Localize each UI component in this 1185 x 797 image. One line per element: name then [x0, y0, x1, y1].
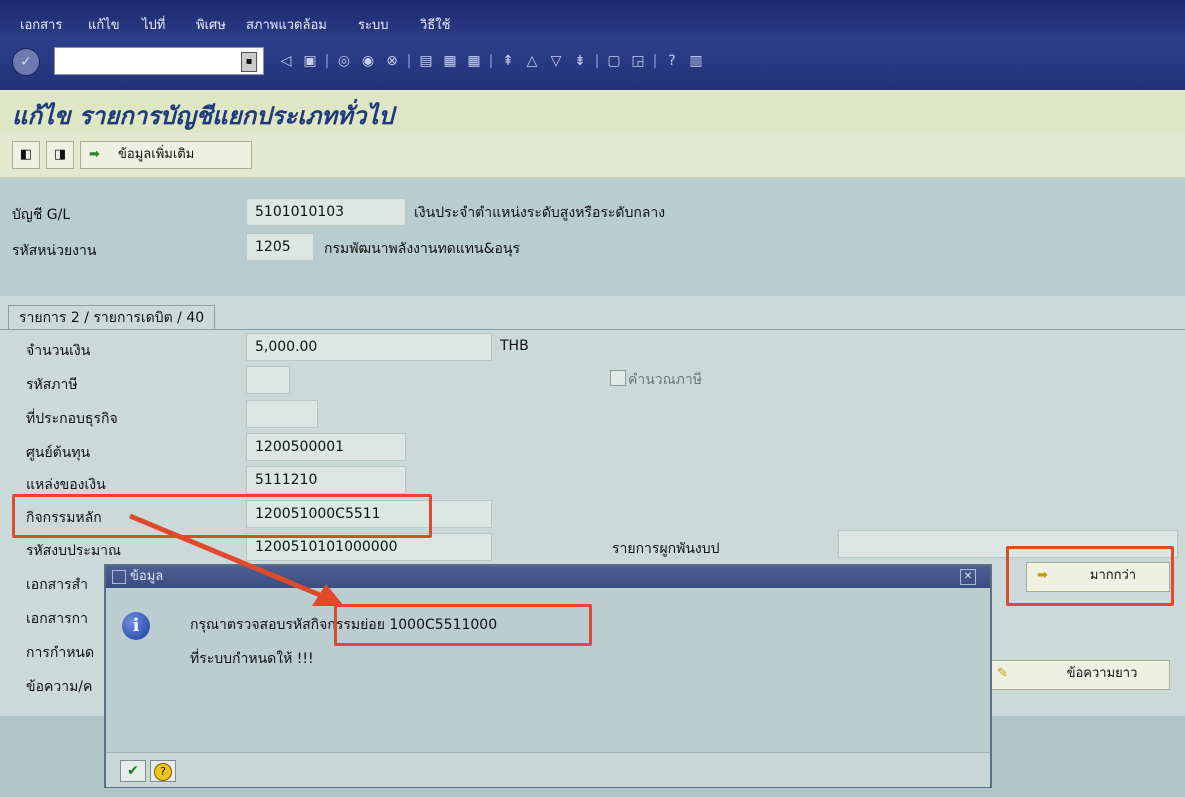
back-icon[interactable]: ◁: [276, 50, 296, 72]
toolbar-separator: |: [594, 53, 600, 69]
application-toolbar: ◧ ◨ ➡ ข้อมูลเพิ่มเติม: [0, 133, 1185, 178]
unit-code-field[interactable]: 1205: [246, 233, 314, 261]
first-page-icon[interactable]: ⇞: [498, 50, 518, 72]
dialog-window-icon: [112, 570, 126, 584]
dialog-title: ข้อมูล: [130, 569, 164, 584]
amount-field[interactable]: 5,000.00: [246, 333, 492, 361]
more-data-button[interactable]: ➡ ข้อมูลเพิ่มเติม: [80, 141, 252, 169]
check-icon: ✔: [127, 763, 139, 779]
previous-item-button[interactable]: ◧: [12, 141, 40, 169]
help-icon: ?: [154, 763, 172, 781]
commitment-label: รายการผูกพันงบป: [612, 541, 720, 557]
long-text-icon: ✎: [997, 666, 1008, 681]
find-next-icon[interactable]: ▦: [464, 50, 484, 72]
dialog-ok-button[interactable]: ✔: [120, 760, 146, 782]
menu-edit[interactable]: แก้ไข: [88, 14, 120, 35]
more-data-label: ข้อมูลเพิ่มเติม: [118, 147, 195, 162]
standard-toolbar: ✓ ▪ ◁ ▣ | ◎ ◉ ⊗ | ▤ ▦ ▦ | ⇞ △ ▽ ⇟ | ▢ ◲ …: [0, 38, 1185, 90]
next-item-icon: ◨: [53, 147, 67, 162]
info-dialog: ข้อมูล ✕ i กรุณาตรวจสอบรหัสกิจกรรมย่อย 1…: [104, 564, 992, 788]
exit-icon[interactable]: ◉: [358, 50, 378, 72]
print-icon[interactable]: ▤: [416, 50, 436, 72]
menu-extras[interactable]: พิเศษ: [196, 14, 226, 35]
assignment-label: การกำหนด: [26, 645, 95, 661]
text-label: ข้อความ/ค: [26, 679, 93, 695]
main-activity-highlight: [12, 494, 432, 538]
command-history-icon[interactable]: ▪: [241, 52, 257, 72]
item-tab: รายการ 2 / รายการเดบิต / 40: [8, 305, 216, 330]
nav-back-icon[interactable]: ◎: [334, 50, 354, 72]
dialog-title-bar: ข้อมูล ✕: [106, 566, 990, 588]
fund-field[interactable]: 5111210: [246, 466, 406, 494]
dialog-message-line2: ที่ระบบกำหนดให้ !!!: [190, 651, 314, 667]
toolbar-separator: |: [324, 53, 330, 69]
cost-center-label: ศูนย์ต้นทุน: [26, 445, 91, 461]
fund-label: แหล่งของเงิน: [26, 477, 106, 493]
cost-center-field[interactable]: 1200500001: [246, 433, 406, 461]
budget-code-label: รหัสงบประมาณ: [26, 543, 122, 559]
amount-label: จำนวนเงิน: [26, 343, 91, 359]
unit-code-label: รหัสหน่วยงาน: [12, 243, 97, 259]
menu-help[interactable]: วิธีใช้: [420, 14, 450, 35]
dialog-footer: ✔ ?: [106, 752, 990, 787]
next-item-button[interactable]: ◨: [46, 141, 74, 169]
dialog-message-prefix: กรุณาตรวจสอบรหัส: [190, 617, 311, 633]
toolbar-separator: |: [652, 53, 658, 69]
more-data-icon: ➡: [89, 147, 100, 162]
menu-document[interactable]: เอกสาร: [20, 14, 62, 35]
new-session-icon[interactable]: ▢: [604, 50, 624, 72]
header-area: [0, 178, 1185, 296]
more-button-highlight: [1006, 546, 1174, 606]
gl-account-description: เงินประจำตำแหน่งระดับสูงหรือระดับกลาง: [414, 205, 666, 221]
save-icon[interactable]: ▣: [300, 50, 320, 72]
menu-environment[interactable]: สภาพแวดล้อม: [246, 14, 327, 35]
tax-code-field[interactable]: [246, 366, 290, 394]
gl-account-label: บัญชี G/L: [12, 207, 71, 223]
calc-tax-label: คำนวณภาษี: [628, 372, 702, 388]
menu-system[interactable]: ระบบ: [358, 14, 388, 35]
tab-divider: [0, 329, 1185, 330]
enter-icon[interactable]: ✓: [12, 48, 40, 76]
dialog-close-icon[interactable]: ✕: [960, 569, 976, 585]
find-icon[interactable]: ▦: [440, 50, 460, 72]
doc-ref2-label: เอกสารกา: [26, 611, 88, 627]
help-icon[interactable]: ?: [662, 50, 682, 72]
previous-item-icon: ◧: [19, 147, 33, 162]
shortcut-icon[interactable]: ◲: [628, 50, 648, 72]
dialog-help-button[interactable]: ?: [150, 760, 176, 782]
long-text-button[interactable]: ✎ ข้อความยาว: [988, 660, 1170, 690]
page-title: แก้ไข รายการบัญชีแยกประเภททั่วไป: [12, 102, 394, 130]
layout-icon[interactable]: ▥: [686, 50, 706, 72]
long-text-button-label: ข้อความยาว: [1066, 666, 1138, 681]
next-page-icon[interactable]: ▽: [546, 50, 566, 72]
calc-tax-checkbox[interactable]: [610, 370, 626, 386]
menu-goto[interactable]: ไปที่: [142, 14, 165, 35]
menu-bar: เอกสาร แก้ไข ไปที่ พิเศษ สภาพแวดล้อม ระบ…: [0, 0, 1185, 38]
cancel-icon[interactable]: ⊗: [382, 50, 402, 72]
dialog-message-highlight-box: [334, 604, 592, 646]
last-page-icon[interactable]: ⇟: [570, 50, 590, 72]
gl-account-field[interactable]: 5101010103: [246, 198, 406, 226]
info-icon: i: [122, 612, 150, 640]
business-place-field[interactable]: [246, 400, 318, 428]
tax-code-label: รหัสภาษี: [26, 377, 78, 393]
toolbar-icons: ◁ ▣ | ◎ ◉ ⊗ | ▤ ▦ ▦ | ⇞ △ ▽ ⇟ | ▢ ◲ | ? …: [276, 50, 706, 72]
command-field[interactable]: ▪: [54, 47, 264, 75]
unit-code-description: กรมพัฒนาพลังงานทดแทน&อนุร: [324, 241, 520, 257]
toolbar-separator: |: [488, 53, 494, 69]
doc-ref1-label: เอกสารสำ: [26, 577, 89, 593]
toolbar-separator: |: [406, 53, 412, 69]
prev-page-icon[interactable]: △: [522, 50, 542, 72]
business-place-label: ที่ประกอบธุรกิจ: [26, 411, 118, 427]
currency-label: THB: [500, 338, 529, 354]
